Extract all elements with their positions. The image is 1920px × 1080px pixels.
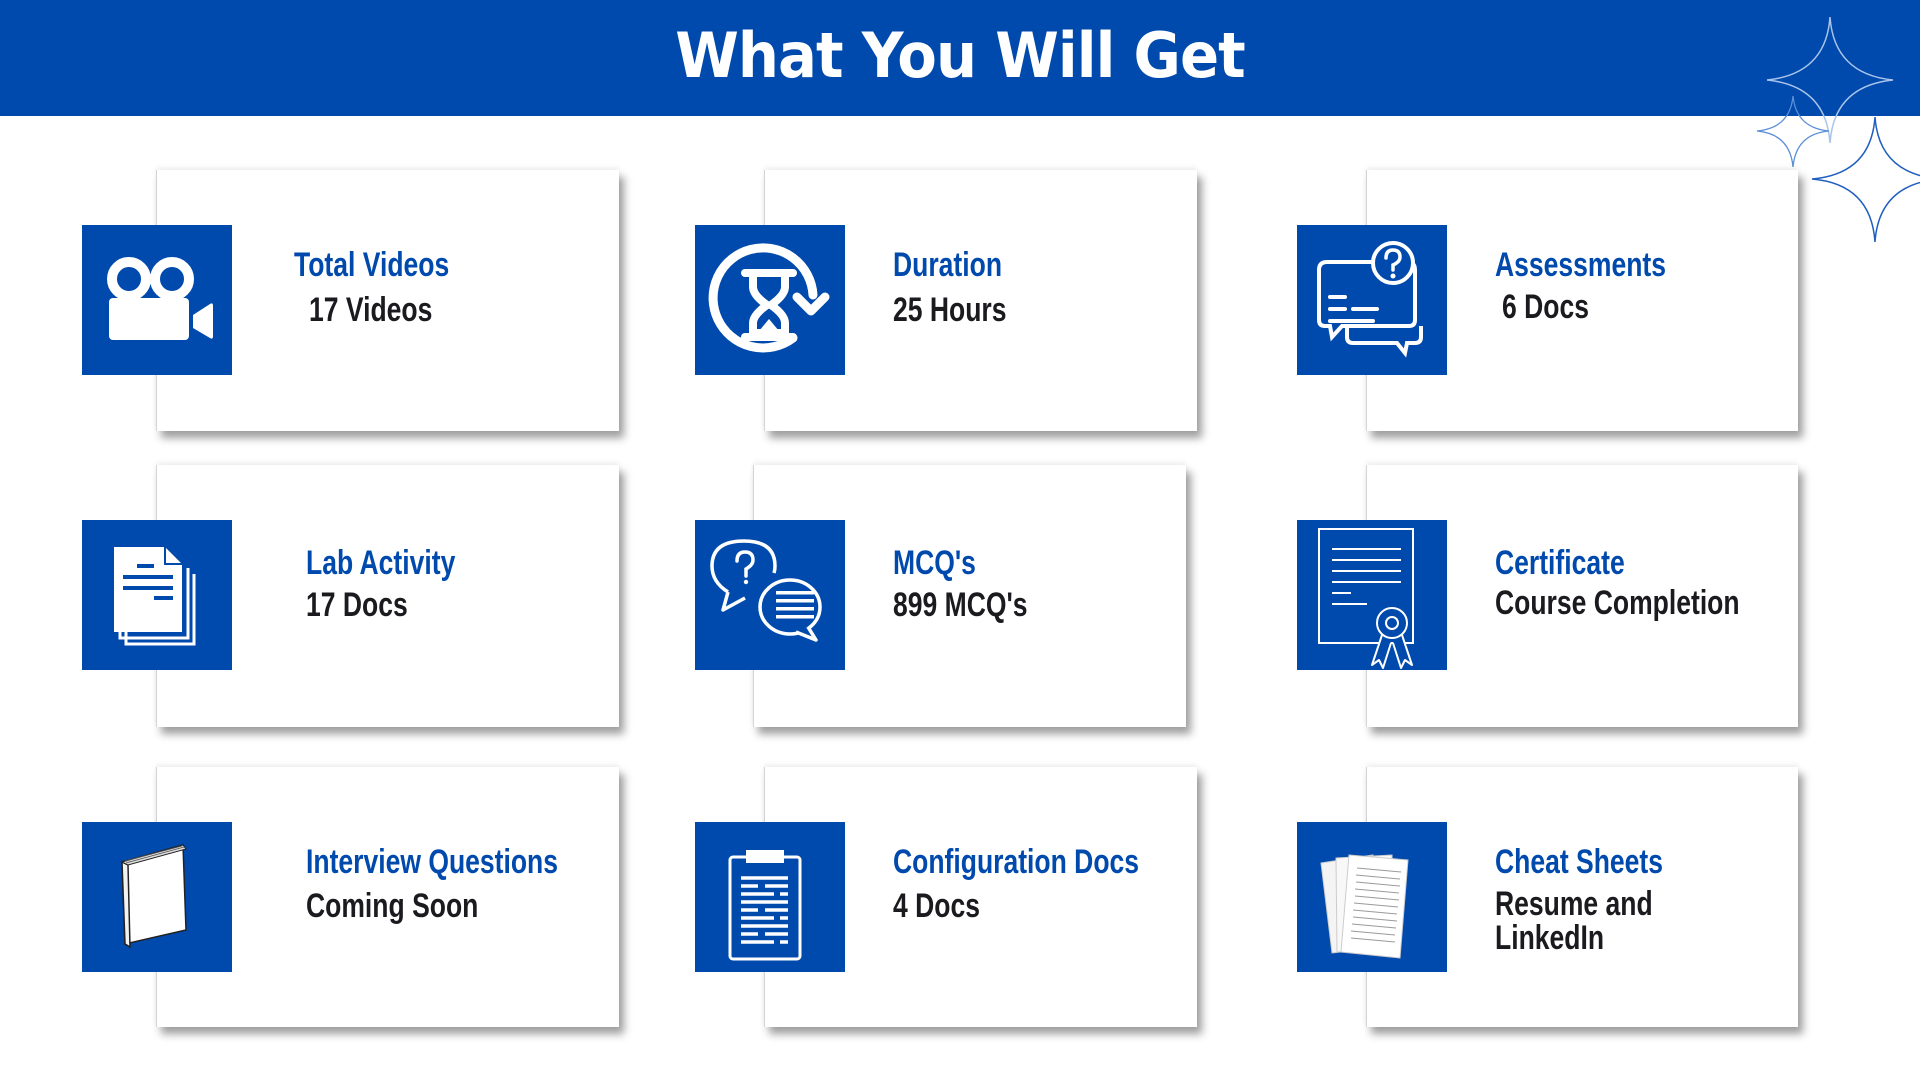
card-title: Interview Questions xyxy=(306,843,559,881)
card-value: 899 MCQ's xyxy=(893,586,1028,624)
certificate-ribbon-icon xyxy=(1318,528,1414,669)
header-banner: What You Will Get xyxy=(0,0,1920,116)
card-title: Duration xyxy=(893,246,1003,284)
hourglass-refresh-icon xyxy=(708,243,830,353)
card-value: 17 Videos xyxy=(309,291,433,329)
book-icon xyxy=(120,844,187,949)
card-value-line2: LinkedIn xyxy=(1495,919,1605,957)
card-value: 17 Docs xyxy=(306,586,408,624)
card-value: 25 Hours xyxy=(893,291,1007,329)
card-value: 4 Docs xyxy=(893,887,980,925)
card-title: Configuration Docs xyxy=(893,843,1140,881)
card-title: MCQ's xyxy=(893,544,976,582)
card-title: Lab Activity xyxy=(306,544,456,582)
card-value: Course Completion xyxy=(1495,584,1740,622)
paper-sheets-icon xyxy=(1320,854,1409,959)
card-value: Coming Soon xyxy=(306,887,479,925)
card-title: Certificate xyxy=(1495,544,1625,582)
icon-tile xyxy=(695,225,845,375)
icon-tile xyxy=(1297,225,1447,375)
icon-tile xyxy=(1297,520,1447,670)
documents-stack-icon xyxy=(114,547,196,646)
question-chat-icon xyxy=(1317,241,1423,358)
card-title: Assessments xyxy=(1495,246,1667,284)
speech-bubbles-question-icon xyxy=(710,539,822,642)
icon-tile xyxy=(695,520,845,670)
icon-tile xyxy=(82,822,232,972)
icon-tile xyxy=(82,225,232,375)
card-value: 6 Docs xyxy=(1502,288,1589,326)
icon-tile xyxy=(695,822,845,972)
card-title: Total Videos xyxy=(294,246,450,284)
sparkle-star-icon xyxy=(1811,116,1920,243)
page-title: What You Will Get xyxy=(675,19,1245,92)
icon-tile xyxy=(1297,822,1447,972)
card-title: Cheat Sheets xyxy=(1495,843,1664,881)
video-camera-icon xyxy=(107,257,213,340)
icon-tile xyxy=(82,520,232,670)
clipboard-icon xyxy=(728,850,802,961)
